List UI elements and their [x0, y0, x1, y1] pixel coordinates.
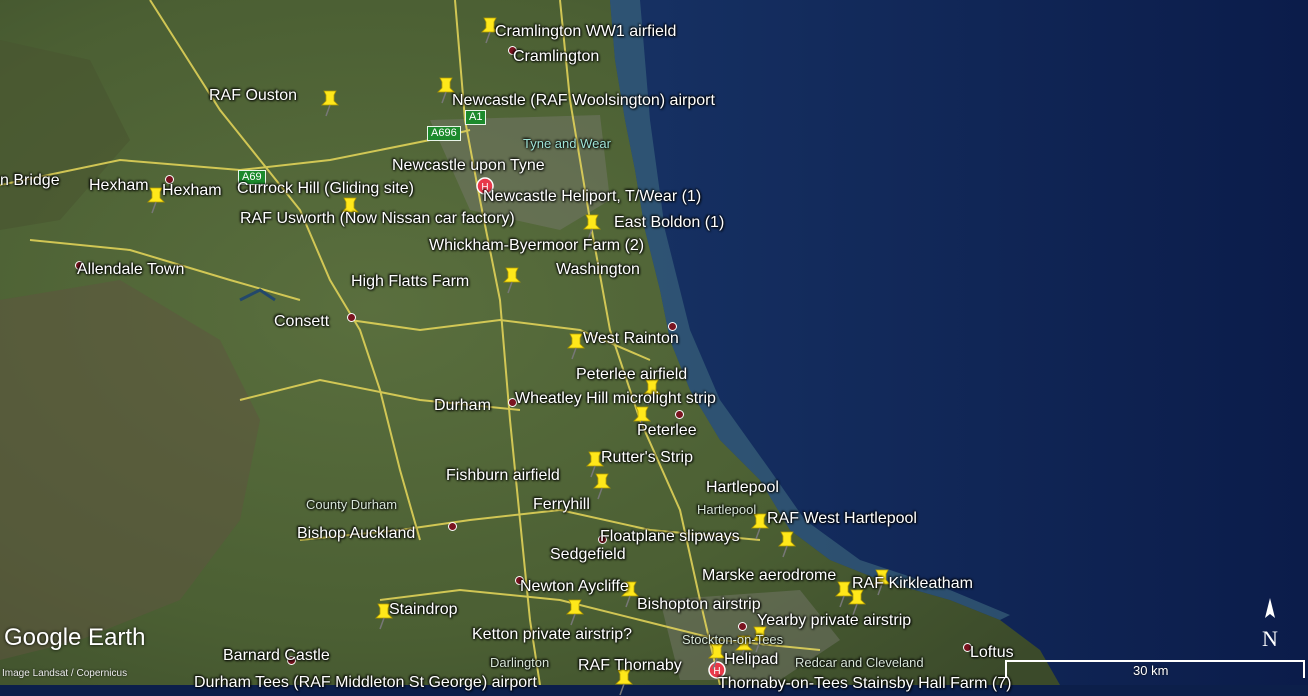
place-label[interactable]: Yearby private airstrip: [757, 613, 911, 629]
region-label: Darlington: [490, 655, 550, 670]
region-label: Redcar and Cleveland: [795, 655, 924, 670]
north-label: N: [1262, 626, 1278, 651]
place-label[interactable]: n Bridge: [0, 173, 60, 189]
place-label[interactable]: Newcastle (RAF Woolsington) airport: [452, 93, 715, 109]
place-label[interactable]: RAF West Hartlepool: [767, 511, 917, 527]
place-label[interactable]: Allendale Town: [77, 262, 184, 278]
place-dot[interactable]: [738, 622, 747, 631]
place-dot[interactable]: [347, 313, 356, 322]
place-label[interactable]: Consett: [274, 314, 329, 330]
pushpin-icon[interactable]: [590, 472, 614, 500]
place-label[interactable]: Newcastle upon Tyne: [392, 158, 545, 174]
place-label[interactable]: Cramlington: [513, 49, 599, 65]
place-label[interactable]: High Flatts Farm: [351, 274, 469, 290]
pushpin-icon[interactable]: [500, 266, 524, 294]
place-label[interactable]: RAF Kirkleatham: [852, 576, 973, 592]
place-label[interactable]: Wheatley Hill microlight strip: [515, 391, 716, 407]
place-label[interactable]: Barnard Castle: [223, 648, 330, 664]
place-label[interactable]: Hexham: [162, 183, 222, 199]
region-label: Stockton-on-Tees: [682, 632, 784, 647]
place-label[interactable]: Newton Aycliffe: [520, 579, 629, 595]
north-arrow-icon[interactable]: N: [1255, 596, 1285, 656]
pushpin-icon[interactable]: [318, 89, 342, 117]
place-label[interactable]: Hexham: [89, 178, 149, 194]
place-label[interactable]: Marske aerodrome: [702, 568, 836, 584]
place-label[interactable]: Cramlington WW1 airfield: [495, 24, 676, 40]
place-label[interactable]: West Rainton: [583, 331, 679, 347]
road-shield-a696: A696: [427, 126, 461, 141]
place-label[interactable]: Floatplane slipways: [600, 529, 740, 545]
image-credit: Image Landsat / Copernicus: [2, 668, 128, 679]
place-label[interactable]: Newcastle Heliport, T/Wear (1): [483, 189, 701, 205]
place-dot[interactable]: [675, 410, 684, 419]
place-label[interactable]: Sedgefield: [550, 547, 626, 563]
place-label[interactable]: Durham Tees (RAF Middleton St George) ai…: [194, 675, 537, 691]
place-label[interactable]: Currock Hill (Gliding site): [237, 181, 414, 197]
place-label[interactable]: Bishop Auckland: [297, 526, 415, 542]
place-label[interactable]: East Boldon (1): [614, 215, 724, 231]
pushpin-icon[interactable]: [563, 598, 587, 626]
place-label[interactable]: Loftus: [970, 645, 1014, 661]
place-label[interactable]: Ferryhill: [533, 497, 590, 513]
place-label[interactable]: Rutter's Strip: [601, 450, 693, 466]
place-label[interactable]: RAF Usworth (Now Nissan car factory): [240, 211, 515, 227]
place-label[interactable]: Peterlee: [637, 423, 697, 439]
place-label[interactable]: Thornaby-on-Tees Stainsby Hall Farm (7): [718, 676, 1011, 692]
place-label[interactable]: Bishopton airstrip: [637, 597, 761, 613]
place-label[interactable]: Durham: [434, 398, 491, 414]
place-label[interactable]: Hartlepool: [706, 480, 779, 496]
region-label: Hartlepool: [697, 502, 757, 517]
pushpin-icon[interactable]: [775, 530, 799, 558]
region-label: Tyne and Wear: [523, 136, 611, 151]
google-earth-logo: Google Earth: [4, 624, 146, 651]
place-label[interactable]: Peterlee airfield: [576, 367, 687, 383]
place-label[interactable]: Helipad: [724, 652, 778, 668]
road-shield-a1: A1: [465, 110, 487, 125]
place-label[interactable]: Staindrop: [389, 602, 458, 618]
region-label: County Durham: [306, 497, 398, 512]
place-dot[interactable]: [448, 522, 457, 531]
place-label[interactable]: Fishburn airfield: [446, 468, 560, 484]
place-label[interactable]: Ketton private airstrip?: [472, 627, 632, 643]
place-label[interactable]: RAF Ouston: [209, 88, 297, 104]
place-label[interactable]: RAF Thornaby: [578, 658, 682, 674]
place-label[interactable]: Washington: [556, 262, 640, 278]
scale-label: 30 km: [1133, 663, 1169, 678]
place-label[interactable]: Whickham-Byermoor Farm (2): [429, 238, 644, 254]
